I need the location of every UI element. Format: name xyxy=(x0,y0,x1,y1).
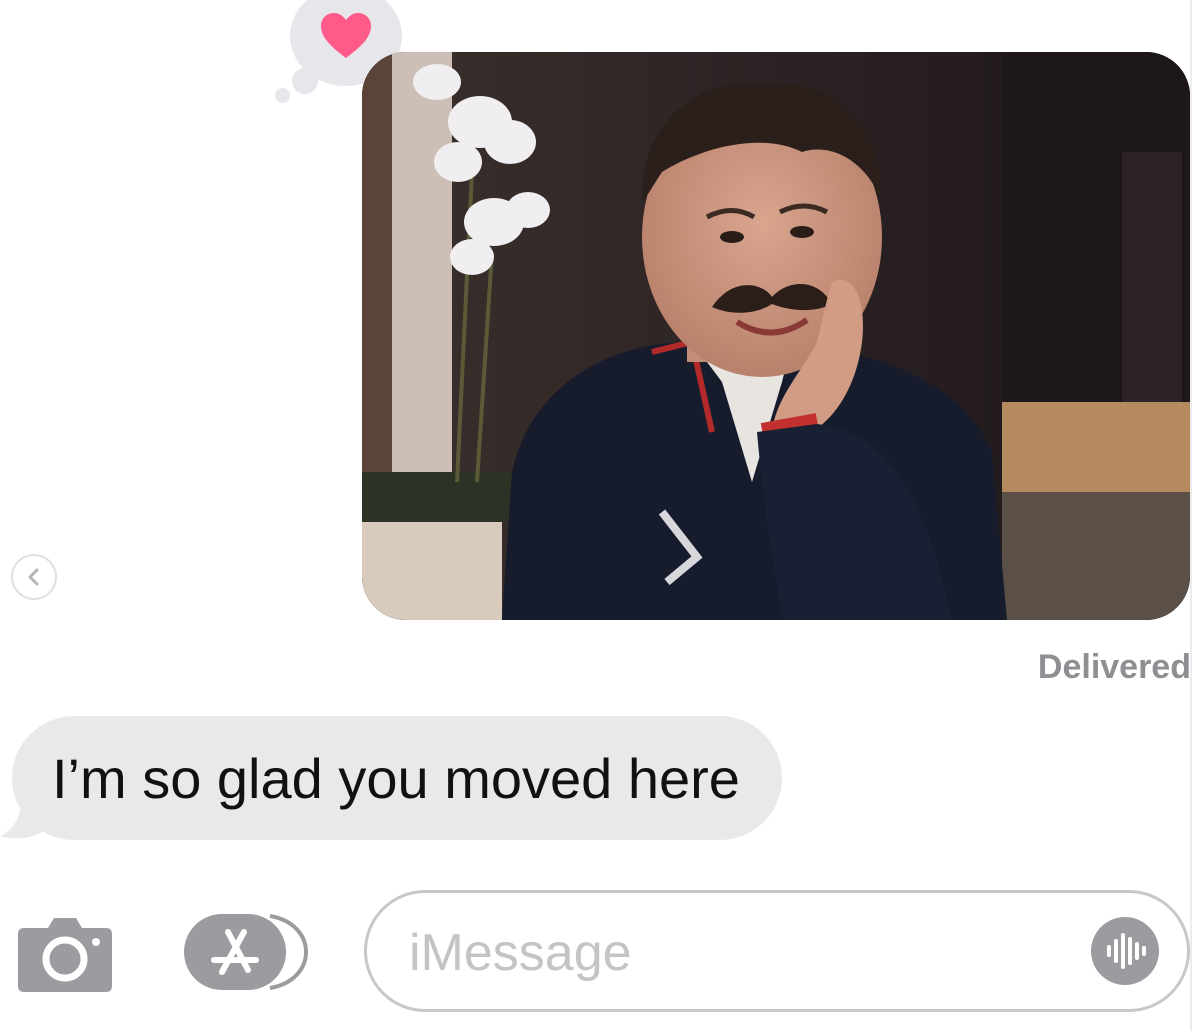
incoming-message-text: I’m so glad you moved here xyxy=(52,746,740,810)
apps-button[interactable] xyxy=(182,912,310,992)
audio-message-button[interactable] xyxy=(1091,917,1159,985)
previous-button[interactable] xyxy=(11,554,57,600)
message-input[interactable]: iMessage xyxy=(364,890,1190,1012)
camera-button[interactable] xyxy=(18,914,112,992)
chevron-left-icon xyxy=(28,568,39,586)
tapback-tail xyxy=(292,68,318,94)
incoming-message-bubble[interactable]: I’m so glad you moved here xyxy=(12,716,782,840)
message-input-placeholder: iMessage xyxy=(409,924,632,982)
delivered-status: Delivered xyxy=(1037,648,1191,686)
divider xyxy=(1190,0,1192,1031)
messages-screen: Delivered I’m so glad you moved here iMe… xyxy=(0,0,1201,1031)
photo-message[interactable] xyxy=(362,52,1190,620)
photo-attachment xyxy=(362,52,1190,620)
camera-icon xyxy=(18,918,112,992)
app-store-icon xyxy=(184,914,309,990)
audio-waveform-icon xyxy=(1107,933,1146,969)
heart-icon xyxy=(321,13,371,58)
tapback-tail-dot xyxy=(275,88,290,103)
